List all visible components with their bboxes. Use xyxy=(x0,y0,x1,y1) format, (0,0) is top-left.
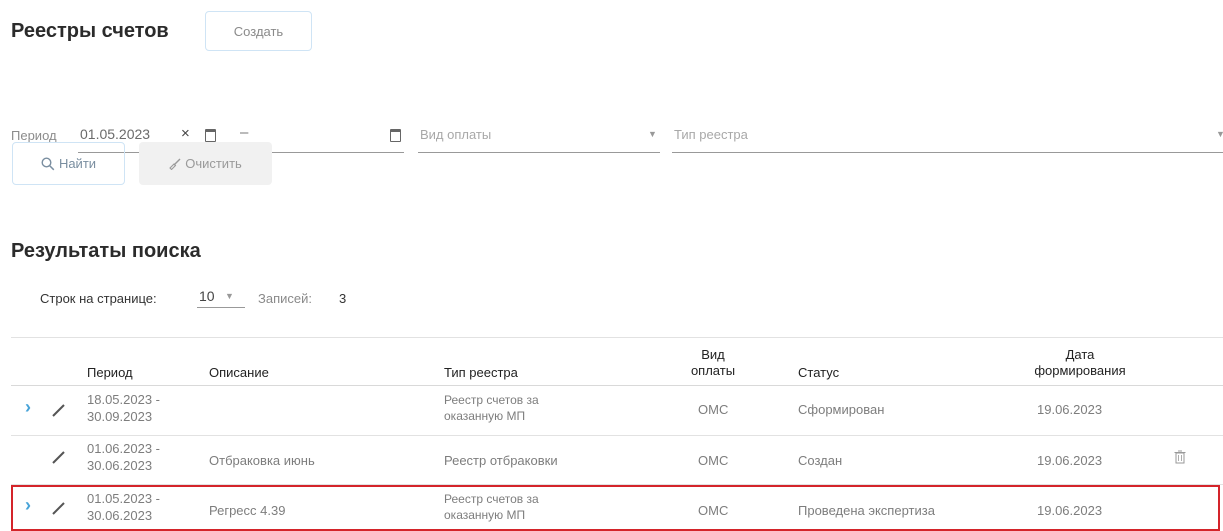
column-header-date-line2: формирования xyxy=(1034,363,1126,378)
row-period-start: 01.05.2023 - xyxy=(87,491,161,506)
payment-type-select[interactable]: Вид оплаты ▼ xyxy=(418,126,660,153)
find-button[interactable]: Найти xyxy=(12,142,125,185)
row-payment-type: ОМС xyxy=(698,402,729,417)
row-registry-type: Реестр отбраковки xyxy=(444,453,558,468)
table-header-divider xyxy=(11,385,1223,386)
row-date: 19.06.2023 xyxy=(1037,503,1103,518)
row-divider xyxy=(11,435,1223,436)
row-registry-type-line2: оказанную МП xyxy=(444,508,526,522)
row-payment-type: ОМС xyxy=(698,453,729,468)
column-header-status[interactable]: Статус xyxy=(798,365,839,381)
chevron-down-icon[interactable]: ▼ xyxy=(1216,129,1223,139)
row-date: 19.06.2023 xyxy=(1037,453,1103,468)
calendar-icon[interactable] xyxy=(390,129,401,142)
registry-type-select[interactable]: Тип реестра ▼ xyxy=(672,126,1223,153)
column-header-date-line1: Дата xyxy=(1065,347,1095,362)
column-header-period[interactable]: Период xyxy=(87,365,133,381)
row-registry-type-line2: оказанную МП xyxy=(444,409,526,423)
expand-icon[interactable]: › xyxy=(25,495,31,516)
row-period-end: 30.06.2023 xyxy=(87,458,153,473)
row-period-end: 30.09.2023 xyxy=(87,409,153,424)
row-description: Регресс 4.39 xyxy=(209,503,286,518)
clear-button-label: Очистить xyxy=(185,156,242,171)
column-header-date[interactable]: Дата формирования xyxy=(1030,347,1130,379)
row-date: 19.06.2023 xyxy=(1037,402,1103,417)
row-period: 18.05.2023 - 30.09.2023 xyxy=(87,391,160,425)
search-icon xyxy=(41,156,55,170)
clear-date-icon[interactable]: × xyxy=(181,125,190,142)
rows-per-page-value: 10 xyxy=(199,288,215,304)
column-header-registry-type[interactable]: Тип реестра xyxy=(444,365,518,381)
chevron-down-icon[interactable]: ▼ xyxy=(648,129,657,139)
results-title: Результаты поиска xyxy=(11,240,201,262)
broom-icon xyxy=(169,158,181,170)
chevron-down-icon[interactable]: ▼ xyxy=(225,291,234,301)
payment-type-placeholder: Вид оплаты xyxy=(420,127,492,142)
edit-icon[interactable] xyxy=(50,448,68,466)
column-header-description[interactable]: Описание xyxy=(209,365,269,381)
trash-icon[interactable] xyxy=(1174,450,1186,464)
edit-icon[interactable] xyxy=(50,401,68,419)
column-header-payment-type-line1: Вид xyxy=(701,347,725,362)
rows-per-page-label: Строк на странице: xyxy=(40,291,157,306)
calendar-icon[interactable] xyxy=(205,129,216,142)
row-period-end: 30.06.2023 xyxy=(87,508,153,523)
row-status: Сформирован xyxy=(798,402,885,417)
period-dash: – xyxy=(240,124,249,141)
registry-type-placeholder: Тип реестра xyxy=(674,127,748,142)
find-button-label: Найти xyxy=(58,156,97,171)
period-label: Период xyxy=(11,128,57,143)
page-title: Реестры счетов xyxy=(11,20,169,42)
row-period: 01.05.2023 - 30.06.2023 xyxy=(87,490,160,524)
row-period-start: 01.06.2023 - xyxy=(87,441,161,456)
date-to-field[interactable] xyxy=(262,126,404,153)
expand-icon[interactable]: › xyxy=(25,397,31,418)
clear-button[interactable]: Очистить xyxy=(139,142,272,185)
row-registry-type-line1: Реестр счетов за xyxy=(444,492,539,506)
row-payment-type: ОМС xyxy=(698,503,729,518)
row-status: Создан xyxy=(798,453,843,468)
row-registry-type: Реестр счетов за оказанную МП xyxy=(444,392,539,424)
date-from-value: 01.05.2023 xyxy=(80,126,151,142)
edit-icon[interactable] xyxy=(50,499,68,517)
row-registry-type: Реестр счетов за оказанную МП xyxy=(444,491,539,523)
row-registry-type-line1: Реестр счетов за xyxy=(444,393,539,407)
create-button[interactable]: Создать xyxy=(205,11,312,51)
column-header-payment-type-line2: оплаты xyxy=(690,363,736,378)
table-divider xyxy=(11,337,1223,338)
row-description: Отбраковка июнь xyxy=(209,453,315,468)
column-header-payment-type[interactable]: Вид оплаты xyxy=(686,347,740,379)
records-count: 3 xyxy=(339,291,347,306)
records-label: Записей: xyxy=(258,291,312,306)
row-period: 01.06.2023 - 30.06.2023 xyxy=(87,440,160,474)
row-status: Проведена экспертиза xyxy=(798,503,935,518)
row-period-start: 18.05.2023 - xyxy=(87,392,161,407)
rows-per-page-select[interactable]: 10 ▼ xyxy=(197,287,245,308)
